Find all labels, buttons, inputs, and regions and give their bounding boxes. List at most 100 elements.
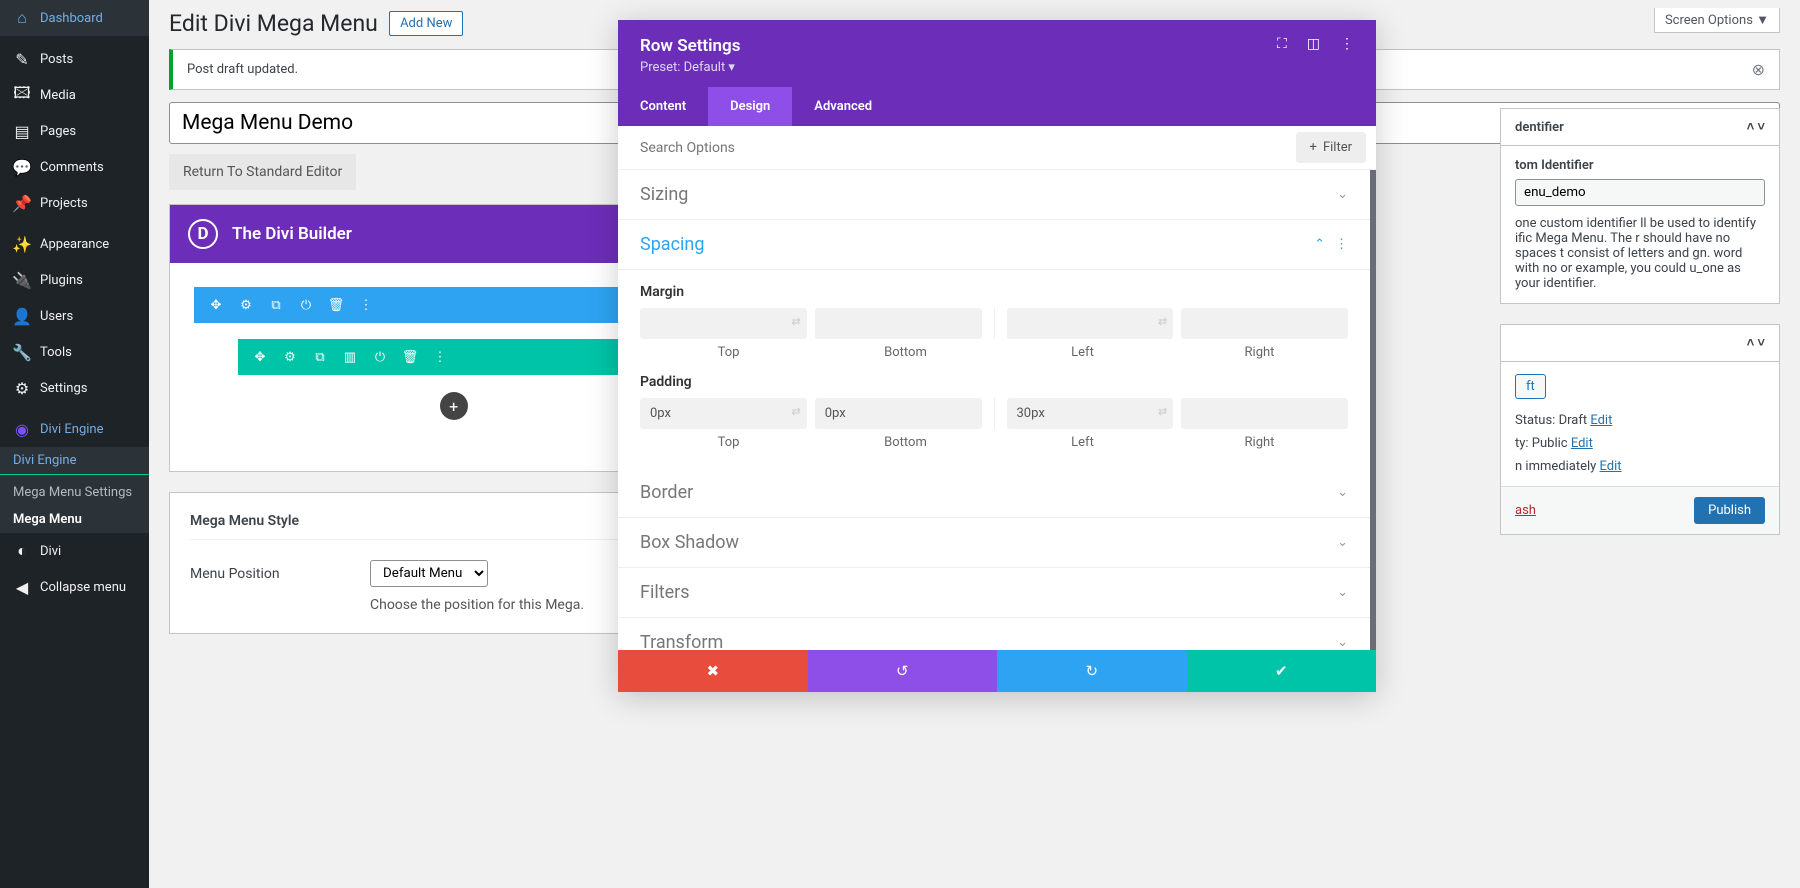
snap-icon[interactable]: ◫ (1307, 36, 1320, 52)
pages-icon: ▤ (12, 121, 32, 141)
menu-settings[interactable]: ⚙Settings (0, 370, 149, 406)
group-sizing[interactable]: Sizing ⌄ (618, 170, 1370, 220)
link-icon[interactable]: ⇄ (1158, 315, 1167, 328)
move-icon[interactable]: ✥ (252, 349, 268, 365)
group-transform[interactable]: Transform ⌄ (618, 618, 1370, 650)
group-title: Box Shadow (640, 532, 739, 553)
margin-left-input[interactable] (1007, 308, 1174, 339)
chevron-up-icon[interactable]: ⌃ (1314, 237, 1325, 252)
menu-users[interactable]: 👤 Users (0, 298, 149, 334)
modal-title: Row Settings (640, 36, 740, 56)
add-module-button[interactable]: + (440, 392, 468, 420)
group-title: Spacing (640, 234, 704, 255)
more-icon[interactable]: ⋮ (432, 349, 448, 365)
save-button[interactable]: ✔ (1187, 650, 1377, 692)
menu-label: Appearance (40, 237, 109, 252)
more-icon[interactable]: ⋮ (1335, 237, 1348, 252)
trash-icon[interactable]: 🗑 (328, 297, 344, 313)
menu-label: Tools (40, 345, 72, 360)
add-new-button[interactable]: Add New (389, 11, 463, 36)
duplicate-icon[interactable]: ⧉ (268, 297, 284, 313)
margin-right-input[interactable] (1181, 308, 1348, 339)
gear-icon[interactable]: ⚙ (282, 349, 298, 365)
edit-visibility-link[interactable]: Edit (1571, 436, 1593, 451)
edit-status-link[interactable]: Edit (1590, 413, 1612, 428)
padding-top-input[interactable] (640, 398, 807, 429)
tab-content[interactable]: Content (618, 87, 708, 126)
more-icon[interactable]: ⋮ (358, 297, 374, 313)
chevron-down-icon: ⌄ (1337, 635, 1348, 650)
cancel-button[interactable]: ✖ (618, 650, 808, 692)
padding-bottom-input[interactable] (815, 398, 982, 429)
modal-header[interactable]: Row Settings Preset: Default ▾ ⛶ ◫ ⋮ (618, 20, 1376, 87)
duplicate-icon[interactable]: ⧉ (312, 349, 328, 365)
dismiss-icon[interactable]: ⊗ (1752, 60, 1765, 79)
submenu-megamenusettings[interactable]: Mega Menu Settings (0, 479, 149, 506)
group-boxshadow[interactable]: Box Shadow ⌄ (618, 518, 1370, 568)
menu-projects[interactable]: 📌Projects (0, 185, 149, 221)
tab-advanced[interactable]: Advanced (792, 87, 894, 126)
menu-diviengine[interactable]: ◉Divi Engine (0, 411, 149, 447)
trash-icon[interactable]: 🗑 (402, 349, 418, 365)
filter-button[interactable]: +Filter (1296, 132, 1366, 163)
move-to-trash-link[interactable]: ash (1515, 503, 1536, 518)
more-icon[interactable]: ⋮ (1340, 36, 1354, 52)
projects-icon: 📌 (12, 193, 32, 213)
menu-tools[interactable]: 🔧Tools (0, 334, 149, 370)
redo-button[interactable]: ↻ (997, 650, 1187, 692)
identifier-input[interactable] (1515, 179, 1765, 206)
edit-schedule-link[interactable]: Edit (1600, 459, 1622, 474)
save-draft-button[interactable]: ft (1515, 374, 1546, 399)
gear-icon[interactable]: ⚙ (238, 297, 254, 313)
move-icon[interactable]: ✥ (208, 297, 224, 313)
menu-comments[interactable]: 💬Comments (0, 149, 149, 185)
group-spacing[interactable]: Spacing ⌃ ⋮ (618, 220, 1370, 270)
menu-label: Pages (40, 124, 76, 139)
menu-media[interactable]: 🖾Media (0, 77, 149, 113)
check-icon: ✔ (1275, 662, 1288, 680)
save-icon[interactable]: ⏻ (372, 349, 388, 365)
group-title: Sizing (640, 184, 688, 205)
options-scroll[interactable]: Sizing ⌄ Spacing ⌃ ⋮ Margin ⇄ ⇄ Top Botto… (618, 170, 1376, 650)
chevron-down-icon: ⌄ (1337, 535, 1348, 550)
search-options-input[interactable] (618, 128, 1296, 168)
tab-design[interactable]: Design (708, 87, 792, 126)
screen-options-toggle[interactable]: Screen Options ▼ (1654, 8, 1780, 33)
link-icon[interactable]: ⇄ (792, 315, 801, 328)
link-icon[interactable]: ⇄ (792, 405, 801, 418)
columns-icon[interactable]: ▥ (342, 349, 358, 365)
collapse-icon: ◀ (12, 577, 32, 597)
submenu-megamenu[interactable]: Mega Menu (0, 506, 149, 533)
spacing-body: Margin ⇄ ⇄ Top Bottom Left Right Padding… (618, 284, 1370, 468)
admin-sidebar: ⌂Dashboard ✎Posts 🖾Media ▤ Pages 💬Comment… (0, 0, 149, 888)
padding-right-input[interactable] (1181, 398, 1348, 429)
padding-inputs: ⇄ ⇄ (640, 398, 1348, 429)
margin-bottom-input[interactable] (815, 308, 982, 339)
chevron-down-icon: ⌄ (1337, 187, 1348, 202)
menu-appearance[interactable]: ✨Appearance (0, 226, 149, 262)
menu-divi[interactable]: ◐Divi (0, 533, 149, 569)
menu-label: Comments (40, 160, 104, 175)
close-icon: ✖ (706, 662, 719, 680)
menu-label: Users (40, 309, 73, 324)
menu-posts[interactable]: ✎Posts (0, 41, 149, 77)
users-icon: 👤 (12, 306, 32, 326)
modal-preset[interactable]: Preset: Default ▾ (640, 60, 740, 75)
expand-icon[interactable]: ⛶ (1277, 36, 1287, 52)
menu-plugins[interactable]: 🔌Plugins (0, 262, 149, 298)
group-border[interactable]: Border ⌄ (618, 468, 1370, 518)
menu-dashboard[interactable]: ⌂Dashboard (0, 0, 149, 36)
publish-button[interactable]: Publish (1694, 497, 1765, 524)
undo-button[interactable]: ↺ (808, 650, 998, 692)
save-icon[interactable]: ⏻ (298, 297, 314, 313)
link-icon[interactable]: ⇄ (1158, 405, 1167, 418)
group-filters[interactable]: Filters ⌄ (618, 568, 1370, 618)
menu-position-select[interactable]: Default Menu (370, 560, 488, 587)
metabox-toggle-icons[interactable]: ˄ ˅ (1747, 335, 1765, 351)
metabox-toggle-icons[interactable]: ˄ ˅ (1747, 119, 1765, 135)
margin-top-input[interactable] (640, 308, 807, 339)
menu-collapse[interactable]: ◀Collapse menu (0, 569, 149, 605)
return-standard-editor-button[interactable]: Return To Standard Editor (169, 154, 356, 190)
padding-left-input[interactable] (1007, 398, 1174, 429)
menu-pages[interactable]: ▤ Pages (0, 113, 149, 149)
